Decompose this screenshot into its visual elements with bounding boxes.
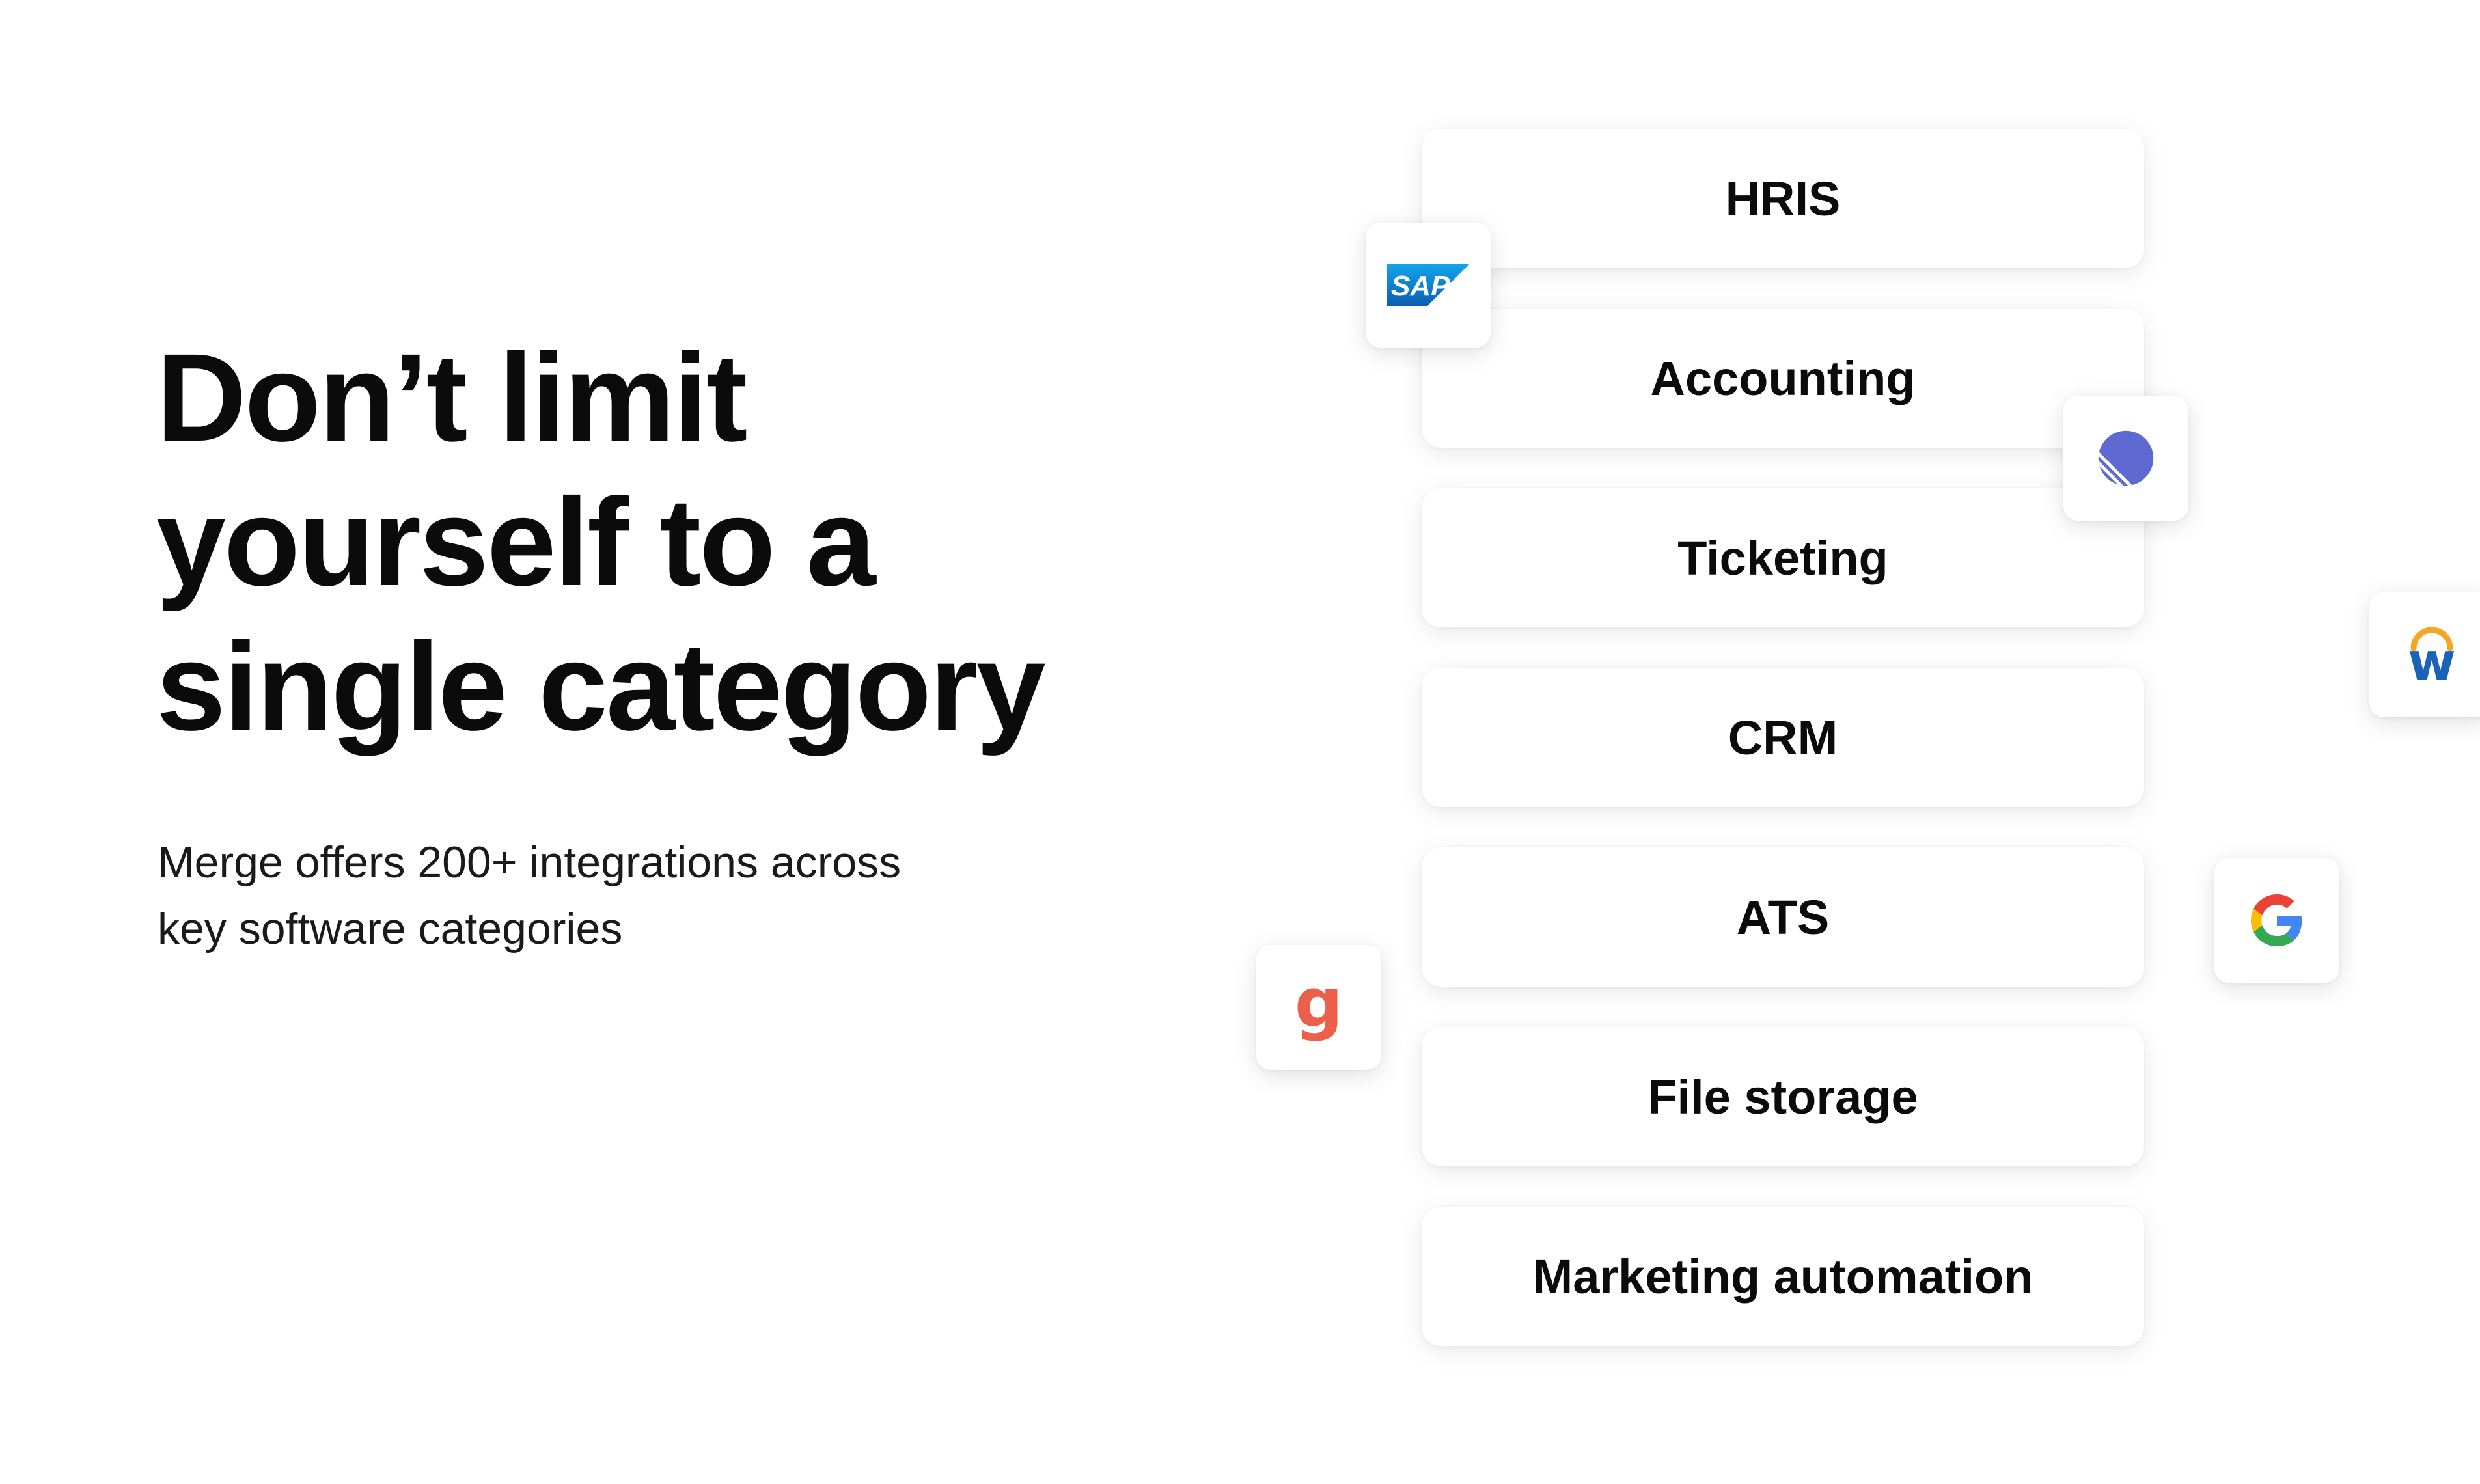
linear-logo-tile bbox=[2063, 396, 2188, 521]
category-card-file-storage: File storage bbox=[1422, 1027, 2144, 1166]
subtitle: Merge offers 200+ integrations across ke… bbox=[158, 829, 1198, 962]
linear-logo-icon bbox=[2098, 430, 2154, 486]
category-label: Ticketing bbox=[1677, 530, 1888, 585]
category-list: HRIS Accounting Ticketing CRM ATS File s… bbox=[1422, 129, 2144, 1386]
category-label: ATS bbox=[1736, 890, 1830, 944]
category-card-crm: CRM bbox=[1422, 668, 2144, 807]
greenhouse-logo-icon: g bbox=[1294, 963, 1343, 1043]
workday-letter: w bbox=[2408, 631, 2456, 687]
category-label: HRIS bbox=[1725, 171, 1841, 226]
category-label: File storage bbox=[1647, 1069, 1918, 1124]
subtitle-line: Merge offers 200+ integrations across bbox=[158, 838, 902, 887]
category-label: CRM bbox=[1728, 710, 1838, 765]
greenhouse-logo-tile: g bbox=[1256, 945, 1381, 1070]
headline-line: Don’t limit bbox=[156, 327, 748, 467]
workday-logo-icon: w bbox=[2408, 627, 2456, 687]
category-card-hris: HRIS bbox=[1422, 129, 2144, 268]
google-logo-tile bbox=[2214, 858, 2339, 983]
sap-logo-tile: SAP bbox=[1366, 223, 1491, 348]
category-card-marketing-automation: Marketing automation bbox=[1422, 1207, 2144, 1346]
category-card-ticketing: Ticketing bbox=[1422, 488, 2144, 627]
category-card-accounting: Accounting bbox=[1422, 309, 2144, 448]
sap-wordmark: SAP bbox=[1391, 270, 1450, 302]
hero-section: Don’t limit yourself to a single categor… bbox=[156, 325, 1198, 962]
workday-logo-tile: w bbox=[2369, 592, 2480, 717]
category-card-ats: ATS bbox=[1422, 847, 2144, 987]
headline-line: yourself to a bbox=[156, 472, 876, 612]
headline-line: single category bbox=[156, 616, 1046, 756]
category-label: Marketing automation bbox=[1532, 1249, 2033, 1304]
subtitle-line: key software categories bbox=[158, 904, 623, 954]
category-label: Accounting bbox=[1650, 351, 1916, 405]
google-logo-icon bbox=[2251, 894, 2302, 946]
sap-logo-icon: SAP bbox=[1387, 264, 1469, 306]
headline: Don’t limit yourself to a single categor… bbox=[156, 325, 1198, 759]
